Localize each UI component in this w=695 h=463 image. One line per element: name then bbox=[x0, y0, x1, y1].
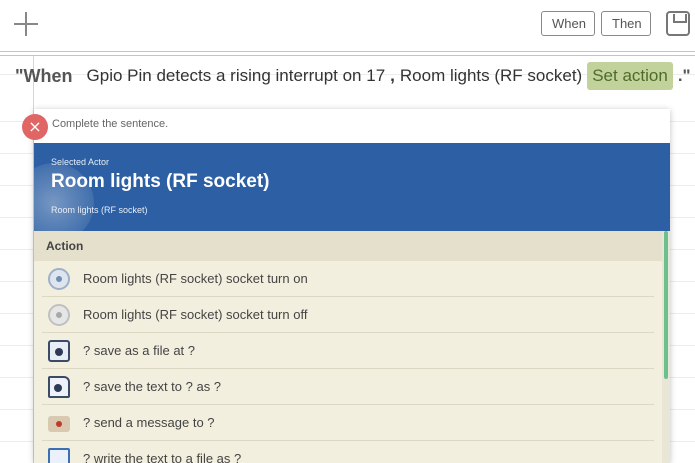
action-label: ? write the text to a file as ? bbox=[83, 451, 242, 463]
save-icon[interactable] bbox=[666, 11, 690, 36]
text-file-icon bbox=[48, 375, 70, 398]
action-label: ? save as a file at ? bbox=[83, 343, 196, 358]
socket-off-icon bbox=[48, 303, 70, 326]
then-button[interactable]: Then bbox=[601, 11, 651, 36]
action-item[interactable]: Room lights (RF socket) socket turn off bbox=[42, 297, 654, 333]
sentence-end: ." bbox=[677, 66, 691, 85]
action-item[interactable]: Room lights (RF socket) socket turn on bbox=[42, 261, 654, 297]
action-list: Room lights (RF socket) socket turn on R… bbox=[34, 261, 662, 463]
message-icon bbox=[48, 416, 70, 432]
selected-actor-name: Room lights (RF socket) bbox=[51, 171, 270, 192]
scrollbar-thumb[interactable] bbox=[664, 231, 668, 379]
action-label: Room lights (RF socket) socket turn on bbox=[83, 271, 308, 286]
action-label: ? save the text to ? as ? bbox=[83, 379, 222, 394]
sentence-comma: , bbox=[390, 66, 395, 85]
write-file-icon bbox=[48, 447, 70, 463]
close-icon[interactable]: × bbox=[22, 114, 48, 140]
when-button[interactable]: When bbox=[541, 11, 595, 36]
action-list-scrollbar[interactable] bbox=[662, 231, 670, 463]
action-item[interactable]: ? send a message to ? bbox=[42, 405, 654, 441]
rule-sentence: "When Gpio Pin detects a rising interrup… bbox=[15, 62, 691, 90]
action-section-header: Action bbox=[34, 231, 670, 261]
selected-actor-panel: Selected Actor Room lights (RF socket) R… bbox=[34, 143, 670, 231]
selected-actor-subtitle: Room lights (RF socket) bbox=[51, 205, 148, 215]
sentence-when-word: "When bbox=[15, 65, 73, 86]
selected-actor-kicker: Selected Actor bbox=[51, 157, 110, 167]
header-divider-secondary bbox=[0, 55, 695, 56]
popup-hint: Complete the sentence. bbox=[52, 118, 169, 130]
camera-file-icon bbox=[48, 339, 70, 362]
header-divider bbox=[0, 51, 695, 52]
top-toolbar: When Then bbox=[0, 0, 695, 52]
socket-on-icon bbox=[48, 267, 70, 290]
action-label: ? send a message to ? bbox=[83, 415, 215, 430]
action-item[interactable]: ? save the text to ? as ? bbox=[42, 369, 654, 405]
sentence-trigger[interactable]: Gpio Pin detects a rising interrupt on 1… bbox=[87, 66, 386, 86]
sentence-actor[interactable]: Room lights (RF socket) bbox=[400, 66, 582, 86]
action-item[interactable]: ? write the text to a file as ? bbox=[42, 441, 654, 463]
action-list-section: Action Room lights (RF socket) socket tu… bbox=[34, 231, 670, 463]
action-picker-popup: Complete the sentence. Selected Actor Ro… bbox=[34, 109, 670, 463]
set-action-button[interactable]: Set action bbox=[587, 62, 673, 90]
action-label: Room lights (RF socket) socket turn off bbox=[83, 307, 308, 322]
action-item[interactable]: ? save as a file at ? bbox=[42, 333, 654, 369]
plus-icon[interactable] bbox=[12, 10, 40, 38]
